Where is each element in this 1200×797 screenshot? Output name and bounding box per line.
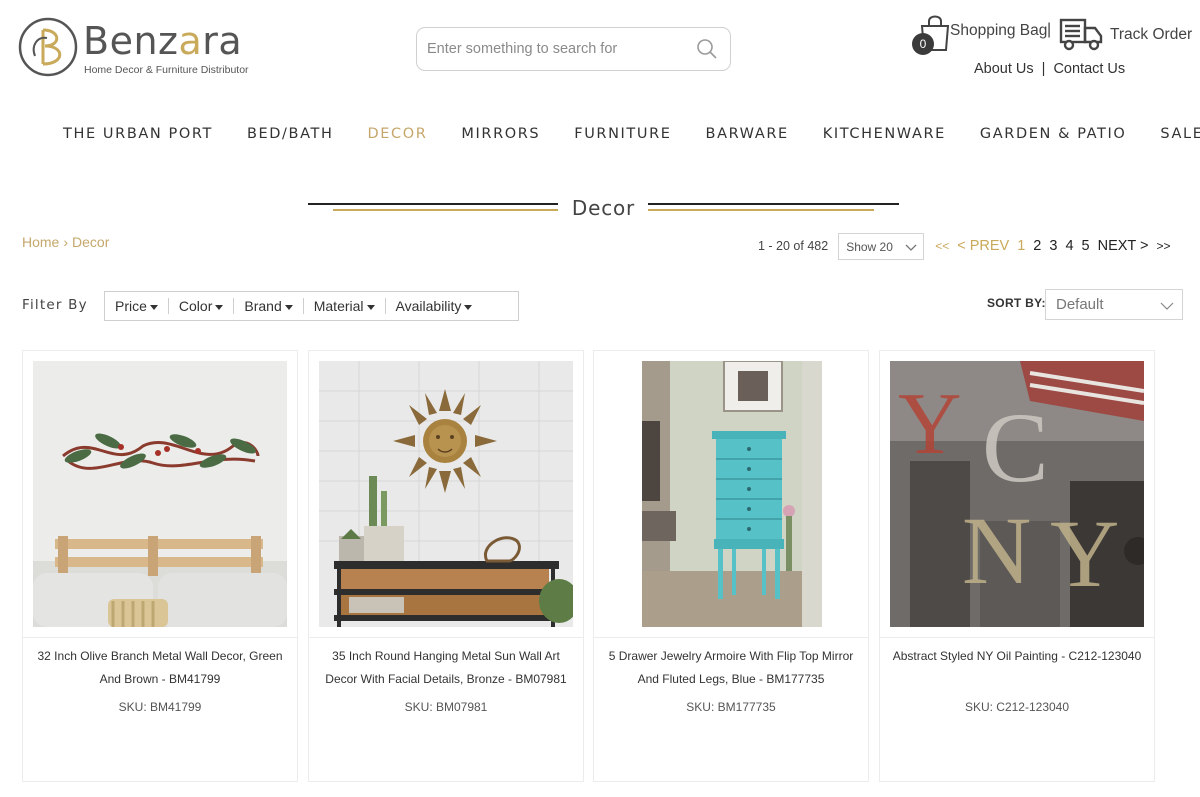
product-card[interactable]: 32 Inch Olive Branch Metal Wall Decor, G…: [22, 350, 298, 782]
links-divider: |: [1041, 61, 1046, 77]
chevron-down-icon: [905, 244, 917, 251]
caret-down-icon: [284, 304, 293, 310]
bag-count-badge: 0: [912, 33, 934, 55]
caret-down-icon: [215, 304, 224, 310]
page-size-value: Show 20: [846, 239, 893, 254]
svg-text:Y: Y: [1050, 500, 1119, 607]
nav-item-bed-bath[interactable]: BED/BATH: [230, 122, 350, 148]
logo-mark-icon: [18, 17, 78, 77]
card-divider: [23, 637, 297, 638]
breadcrumb-home[interactable]: Home: [22, 234, 59, 250]
filter-brand[interactable]: Brand: [233, 298, 302, 314]
last-page-link[interactable]: >>: [1157, 239, 1171, 253]
product-image-ny-oil-painting[interactable]: Y C N Y: [890, 361, 1144, 627]
page-link-2[interactable]: 2: [1033, 238, 1041, 254]
product-sku: SKU: BM41799: [118, 700, 202, 714]
breadcrumb-current[interactable]: Decor: [72, 234, 109, 250]
track-order-label: Track Order: [1110, 26, 1193, 43]
product-card[interactable]: 35 Inch Round Hanging Metal Sun Wall Art…: [308, 350, 584, 782]
product-sku: SKU: C212-123040: [964, 700, 1070, 714]
page-link-1[interactable]: 1: [1017, 238, 1025, 254]
pagination-bar: 1 - 20 of 482 Show 20 << < PREV 1 2 3 4 …: [758, 232, 1175, 260]
page-link-3[interactable]: 3: [1049, 238, 1057, 254]
sort-value: Default: [1056, 296, 1104, 313]
product-sku: SKU: BM177735: [686, 700, 776, 714]
next-page-link[interactable]: NEXT >: [1098, 238, 1149, 254]
shopping-bag-label: Shopping Bag: [950, 22, 1048, 39]
nav-item-kitchenware[interactable]: KITCHENWARE: [806, 122, 963, 148]
caret-down-icon: [464, 304, 473, 310]
page-title: Decor: [571, 196, 636, 220]
product-image-jewelry-armoire[interactable]: [604, 361, 858, 627]
nav-item-barware[interactable]: BARWARE: [689, 122, 806, 148]
search-input[interactable]: [427, 28, 687, 69]
svg-text:Y: Y: [898, 376, 962, 473]
caret-down-icon: [149, 304, 158, 310]
filter-color[interactable]: Color: [167, 298, 233, 314]
filter-availability[interactable]: Availability: [384, 298, 483, 314]
page-link-4[interactable]: 4: [1065, 238, 1073, 254]
nav-item-sale[interactable]: SALE: [1143, 122, 1200, 148]
filter-price[interactable]: Price: [115, 298, 168, 314]
benzara-logo[interactable]: Benzara Home Decor & Furniture Distribut…: [17, 16, 277, 80]
first-page-link[interactable]: <<: [935, 239, 949, 253]
page-link-5[interactable]: 5: [1082, 238, 1090, 254]
header-divider: |: [1047, 21, 1052, 38]
account-links: About Us | Contact Us: [974, 61, 1125, 77]
nav-item-mirrors[interactable]: MIRRORS: [444, 122, 557, 148]
chevron-down-icon: [1160, 302, 1174, 310]
nav-item-furniture[interactable]: FURNITURE: [557, 122, 688, 148]
product-image-metal-sun-wall-art[interactable]: [319, 361, 573, 627]
nav-item-garden-patio[interactable]: GARDEN & PATIO: [963, 122, 1144, 148]
card-divider: [309, 637, 583, 638]
product-name[interactable]: 35 Inch Round Hanging Metal Sun Wall Art…: [321, 645, 571, 691]
logo-wordmark: Benzara: [83, 19, 243, 63]
svg-text:N: N: [962, 497, 1031, 604]
filter-material[interactable]: Material: [302, 298, 385, 314]
results-range: 1 - 20 of 482: [758, 239, 829, 253]
track-order-link[interactable]: Track Order: [1058, 16, 1200, 54]
filter-by-label: Filter By: [22, 297, 88, 313]
breadcrumb-separator: ›: [63, 234, 69, 250]
product-name[interactable]: 32 Inch Olive Branch Metal Wall Decor, G…: [35, 645, 285, 691]
nav-item-decor[interactable]: DECOR: [350, 122, 444, 148]
product-name[interactable]: 5 Drawer Jewelry Armoire With Flip Top M…: [606, 645, 856, 691]
sort-select[interactable]: Default: [1045, 289, 1183, 320]
shopping-bag-link[interactable]: 0 Shopping Bag: [912, 14, 1062, 55]
page-heading: Decor: [308, 194, 899, 224]
product-card[interactable]: 5 Drawer Jewelry Armoire With Flip Top M…: [593, 350, 869, 782]
sort-by-label: SORT BY:: [987, 296, 1046, 310]
filter-bar: Price Color Brand Material Availability: [104, 291, 519, 321]
page-size-select[interactable]: Show 20: [838, 232, 925, 260]
card-divider: [594, 637, 868, 638]
caret-down-icon: [366, 304, 375, 310]
product-name[interactable]: Abstract Styled NY Oil Painting - C212-1…: [892, 645, 1142, 668]
about-us-link[interactable]: About Us: [974, 61, 1034, 77]
product-image-olive-branch-wall-decor[interactable]: [33, 361, 287, 627]
card-divider: [880, 637, 1154, 638]
breadcrumb: Home › Decor: [22, 234, 109, 250]
product-sku: SKU: BM07981: [404, 700, 488, 714]
delivery-truck-icon: [1059, 18, 1103, 51]
main-navigation: THE URBAN PORT BED/BATH DECOR MIRRORS FU…: [46, 122, 1200, 148]
prev-page-link[interactable]: < PREV: [957, 238, 1009, 254]
product-card[interactable]: Y C N Y Abstract Styled NY Oil Painting …: [879, 350, 1155, 782]
search-icon[interactable]: [696, 38, 718, 60]
contact-us-link[interactable]: Contact Us: [1053, 61, 1125, 77]
svg-text:C: C: [982, 392, 1049, 503]
search-box: [416, 27, 731, 71]
logo-tagline: Home Decor & Furniture Distributor: [84, 64, 249, 76]
nav-item-the-urban-port[interactable]: THE URBAN PORT: [46, 122, 230, 148]
